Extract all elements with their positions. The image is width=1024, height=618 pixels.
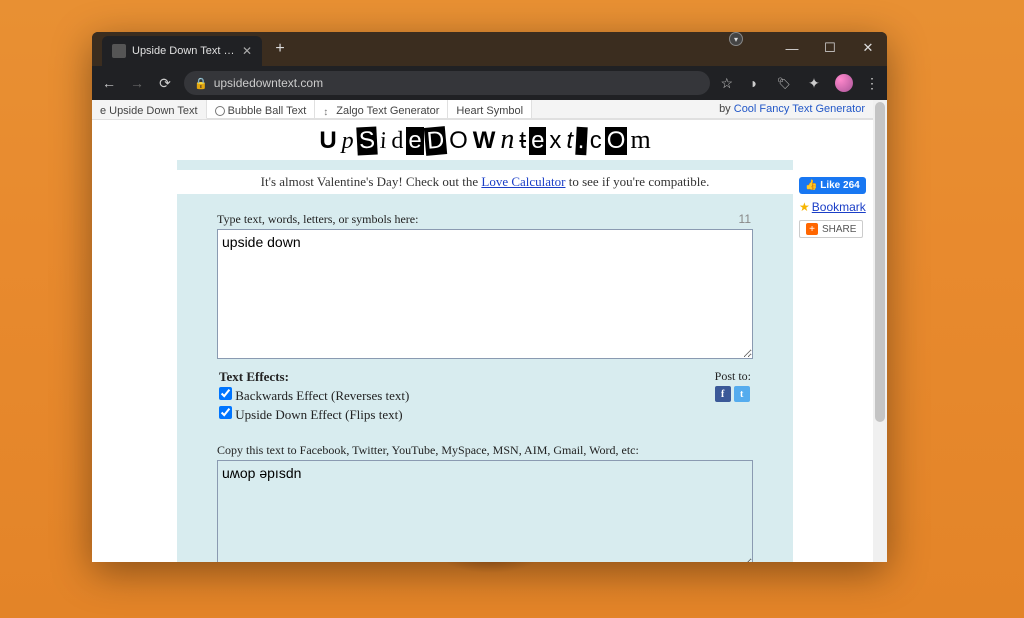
output-label: Copy this text to Facebook, Twitter, You… xyxy=(217,443,753,458)
site-logo: UpSideDOWntext.cOm xyxy=(177,120,793,160)
address-bar: ← → ⟳ 🔒 upsidedowntext.com ☆ ◗ 🏷 ✦ ⋮ xyxy=(92,66,887,100)
reload-button[interactable]: ⟳ xyxy=(156,75,174,92)
post-twitter-button[interactable]: t xyxy=(734,386,750,402)
close-window-button[interactable]: ✕ xyxy=(849,32,887,64)
input-textarea[interactable] xyxy=(217,229,753,359)
promo-notice: It's almost Valentine's Day! Check out t… xyxy=(177,170,793,194)
lock-icon: 🔒 xyxy=(194,77,208,90)
browser-tab[interactable]: Upside Down Text | Flip Text, Typ… ✕ xyxy=(102,36,262,66)
minimize-button[interactable]: — xyxy=(773,32,811,64)
browser-menu-icon[interactable]: ⋮ xyxy=(865,75,879,92)
post-facebook-button[interactable]: f xyxy=(715,386,731,402)
back-button[interactable]: ← xyxy=(100,75,118,91)
tab-title: Upside Down Text | Flip Text, Typ… xyxy=(132,45,236,57)
upside-down-effect-checkbox[interactable] xyxy=(219,406,232,419)
vertical-scrollbar[interactable] xyxy=(873,100,887,562)
bubble-icon xyxy=(215,106,225,116)
bookmark-link[interactable]: Bookmark xyxy=(799,200,867,214)
share-button[interactable]: + SHARE xyxy=(799,220,863,238)
effects-header: Text Effects xyxy=(219,369,285,384)
browser-window: Upside Down Text | Flip Text, Typ… ✕ + ▾… xyxy=(92,32,887,562)
post-to-label: Post to: xyxy=(715,369,751,384)
link-bubble-ball-text[interactable]: Bubble Ball Text xyxy=(207,100,316,119)
by-line: by Cool Fancy Text Generator xyxy=(711,100,873,119)
backwards-effect-checkbox[interactable] xyxy=(219,387,232,400)
input-label: Type text, words, letters, or symbols he… xyxy=(217,212,418,227)
profile-avatar[interactable] xyxy=(835,74,853,92)
page-viewport: e Upside Down Text Bubble Ball Text Zalg… xyxy=(92,100,887,562)
scrollbar-thumb[interactable] xyxy=(875,102,885,422)
title-bar: Upside Down Text | Flip Text, Typ… ✕ + ▾… xyxy=(92,32,887,66)
top-link-bar: e Upside Down Text Bubble Ball Text Zalg… xyxy=(92,100,873,120)
backwards-effect-row[interactable]: Backwards Effect (Reverses text) xyxy=(219,387,409,404)
link-zalgo-text-generator[interactable]: Zalgo Text Generator xyxy=(315,100,448,119)
maximize-button[interactable]: ☐ xyxy=(811,32,849,64)
char-count: 11 xyxy=(739,212,751,227)
link-upside-down-text[interactable]: e Upside Down Text xyxy=(92,100,207,119)
extension-icon-2[interactable]: 🏷 xyxy=(775,74,793,92)
facebook-like-button[interactable]: 👍 Like 264 xyxy=(799,177,866,194)
upside-down-effect-label: Upside Down Effect (Flips text) xyxy=(235,407,402,422)
bookmark-star-icon[interactable]: ☆ xyxy=(720,75,733,92)
love-calculator-link[interactable]: Love Calculator xyxy=(481,174,565,189)
link-heart-symbol[interactable]: Heart Symbol xyxy=(448,100,532,119)
url-text: upsidedowntext.com xyxy=(214,76,323,90)
output-textarea[interactable] xyxy=(217,460,753,562)
tab-search-icon[interactable]: ▾ xyxy=(729,32,743,46)
favicon xyxy=(112,44,126,58)
upside-down-effect-row[interactable]: Upside Down Effect (Flips text) xyxy=(219,406,409,423)
extensions-puzzle-icon[interactable]: ✦ xyxy=(805,74,823,92)
updown-arrow-icon xyxy=(323,106,333,116)
share-plus-icon: + xyxy=(806,223,818,235)
new-tab-button[interactable]: + xyxy=(268,40,292,58)
backwards-effect-label: Backwards Effect (Reverses text) xyxy=(235,388,409,403)
link-cool-fancy-text[interactable]: Cool Fancy Text Generator xyxy=(734,103,865,115)
address-field[interactable]: 🔒 upsidedowntext.com xyxy=(184,71,710,95)
forward-button[interactable]: → xyxy=(128,75,146,91)
extension-icon-1[interactable]: ◗ xyxy=(745,74,763,92)
close-tab-icon[interactable]: ✕ xyxy=(242,44,252,58)
